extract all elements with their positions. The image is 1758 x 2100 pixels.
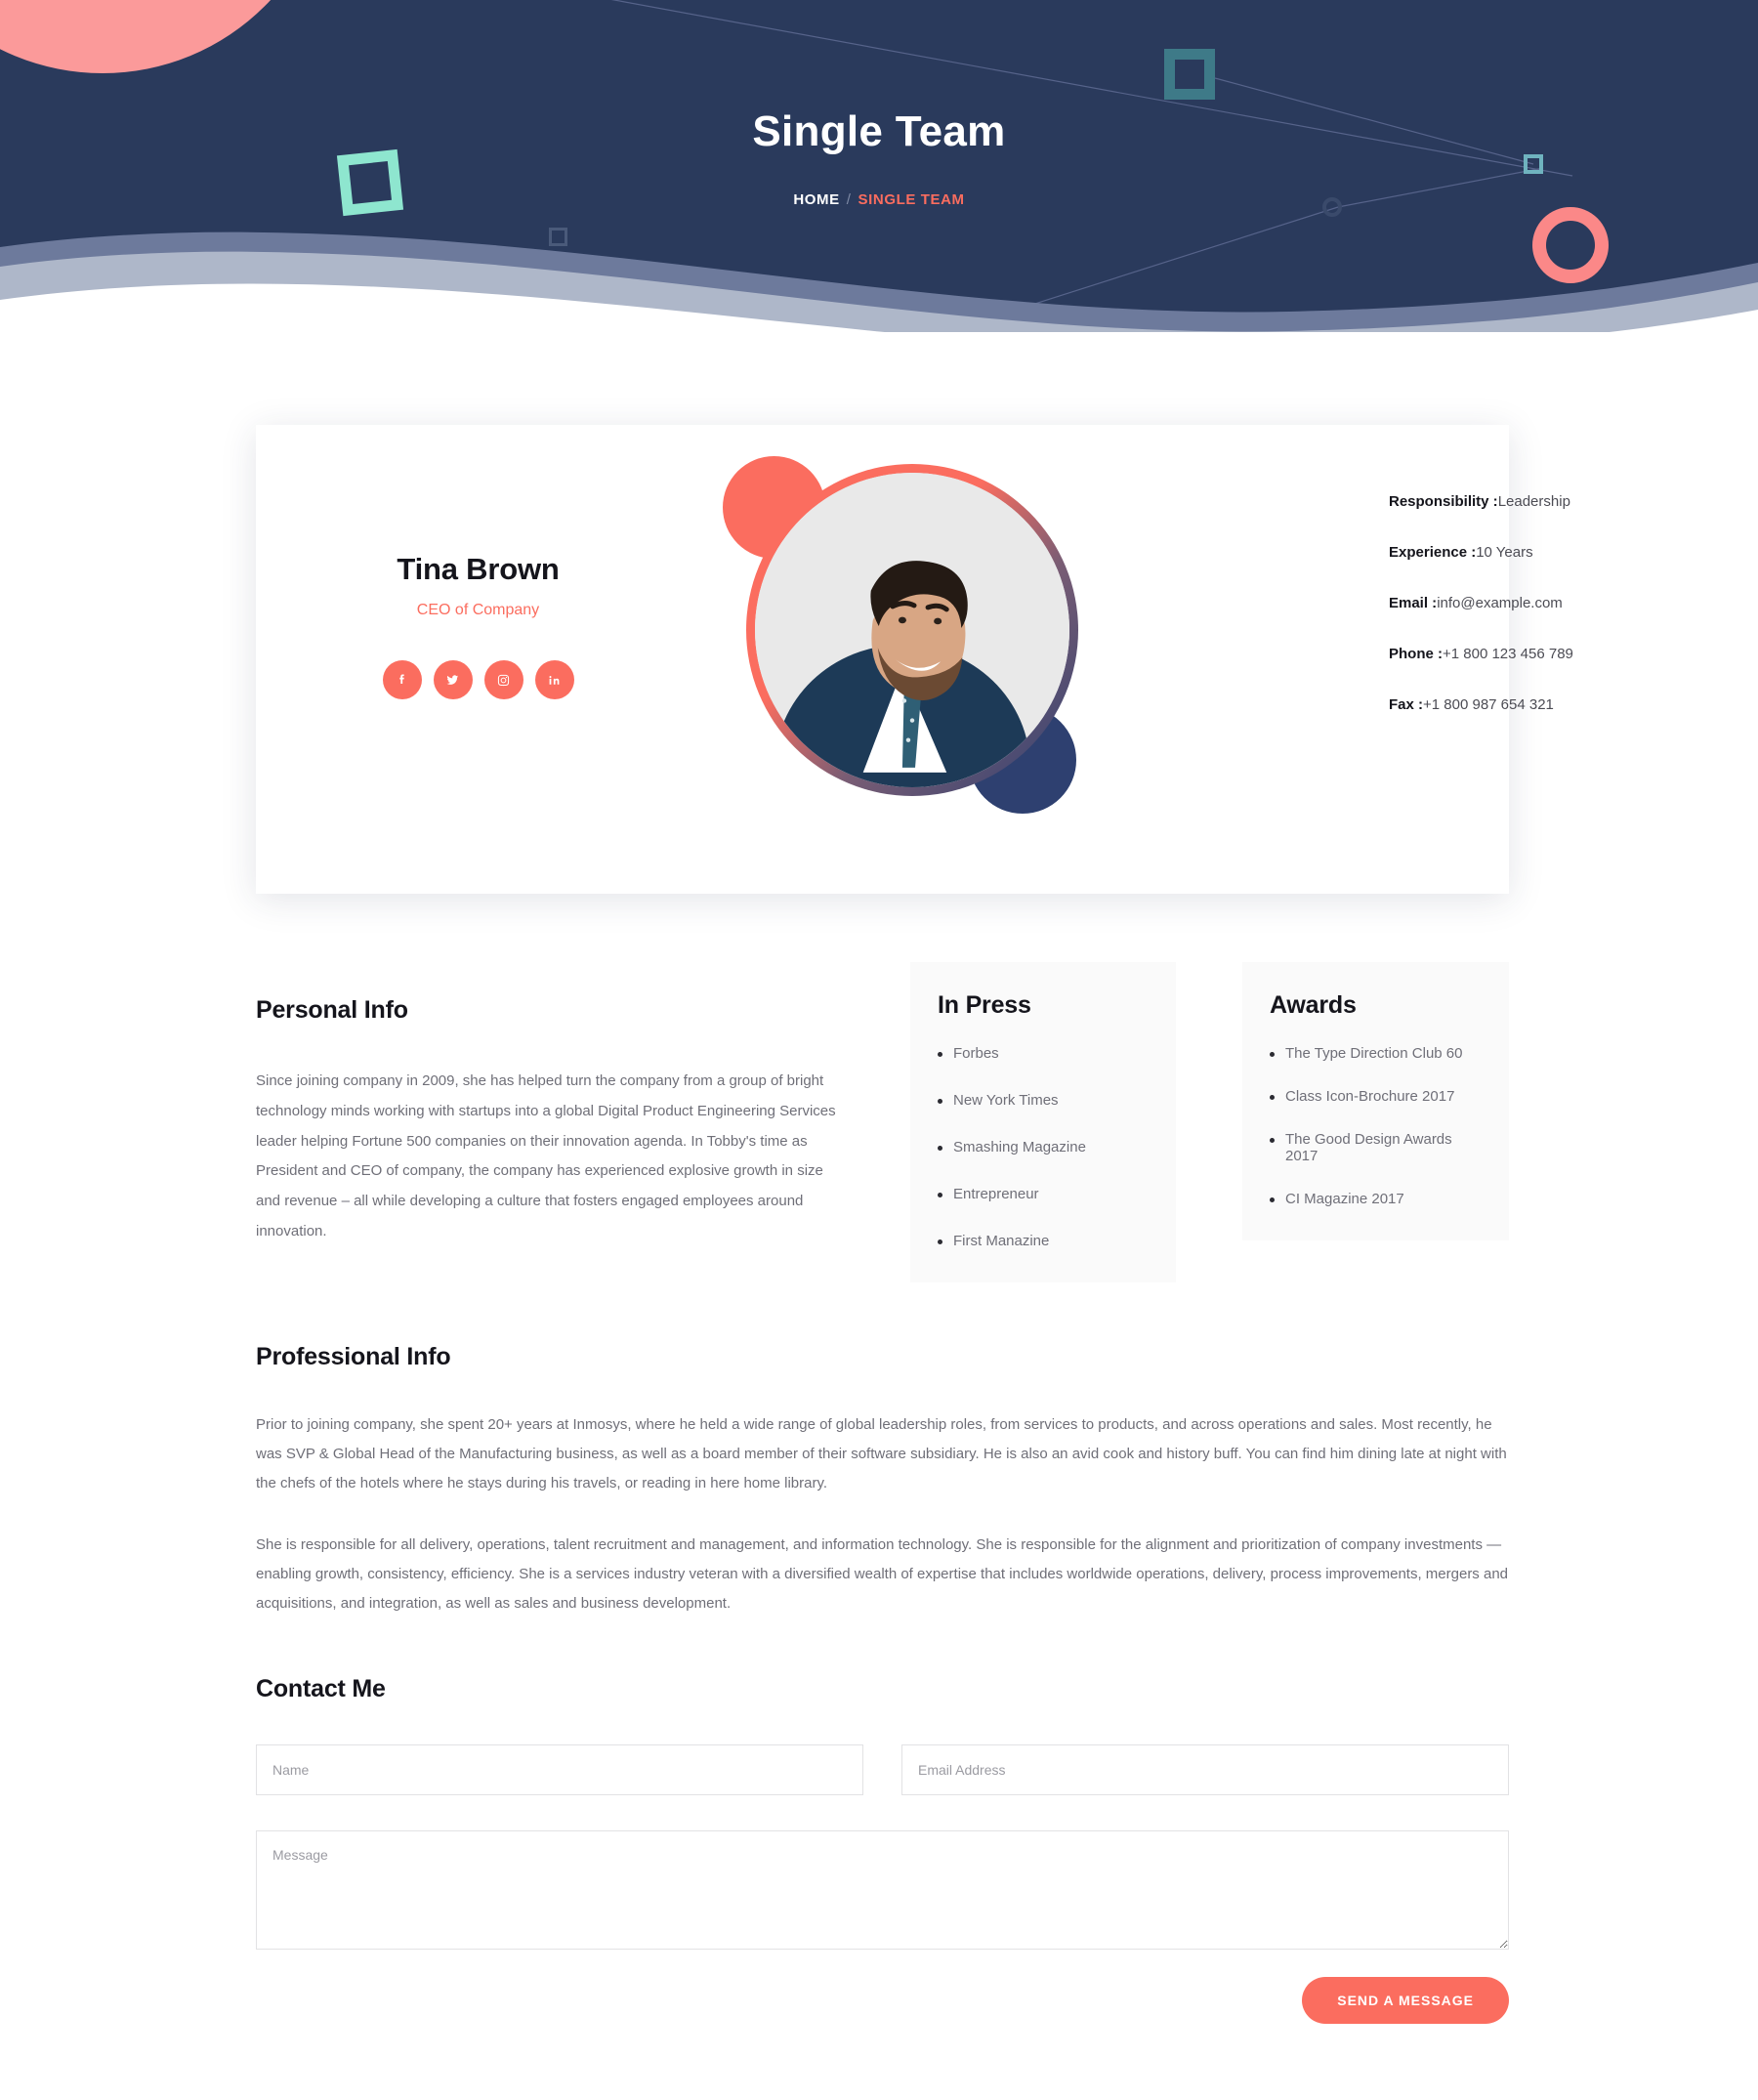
teal-square-decoration [1164, 49, 1215, 100]
twitter-link[interactable] [433, 660, 473, 699]
email-input[interactable] [901, 1744, 1509, 1795]
profile-details: Responsibility :Leadership Experience :1… [1389, 493, 1711, 747]
detail-value: Leadership [1497, 493, 1570, 510]
detail-email: Email :info@example.com [1389, 595, 1711, 611]
detail-value: +1 800 123 456 789 [1443, 646, 1573, 662]
message-textarea[interactable] [256, 1830, 1509, 1950]
facebook-icon [399, 673, 404, 684]
page-title: Single Team [752, 107, 1006, 155]
linkedin-icon [549, 675, 560, 685]
personal-info-title: Personal Info [256, 996, 408, 1024]
avatar [755, 473, 1069, 787]
detail-responsibility: Responsibility :Leadership [1389, 493, 1711, 510]
in-press-title: In Press [938, 991, 1031, 1019]
professional-info-paragraph-1: Prior to joining company, she spent 20+ … [256, 1416, 1507, 1491]
awards-panel: Awards The Type Direction Club 60 Class … [1242, 962, 1509, 1240]
in-press-panel: In Press Forbes New York Times Smashing … [910, 962, 1176, 1282]
portrait-gradient-ring [746, 464, 1078, 796]
detail-label: Responsibility : [1389, 493, 1498, 510]
professional-info-paragraph-2: She is responsible for all delivery, ope… [256, 1536, 1509, 1612]
detail-value: 10 Years [1476, 544, 1533, 561]
small-teal-square-decoration [1524, 154, 1543, 174]
hero-banner: Single Team HOME / SINGLE TEAM [0, 0, 1758, 332]
contact-title: Contact Me [256, 1675, 386, 1702]
list-item: New York Times [938, 1092, 1149, 1109]
submit-row: SEND A MESSAGE [256, 1977, 1509, 2024]
detail-label: Experience : [1389, 544, 1477, 561]
detail-label: Fax : [1389, 696, 1424, 713]
awards-title: Awards [1270, 991, 1357, 1019]
detail-value: +1 800 987 654 321 [1423, 696, 1554, 713]
contact-form-row [256, 1744, 1509, 1795]
contact-section: Contact Me SEND A MESSAGE [256, 1675, 1509, 2024]
social-links [256, 660, 700, 699]
wave-divider [0, 231, 1758, 332]
profile-card: Tina Brown CEO of Company Responsibility… [256, 425, 1573, 894]
list-item: CI Magazine 2017 [1270, 1191, 1482, 1207]
detail-label: Phone : [1389, 646, 1443, 662]
name-input[interactable] [256, 1744, 863, 1795]
instagram-link[interactable] [483, 660, 523, 699]
instagram-icon [497, 674, 510, 686]
list-item: The Type Direction Club 60 [1270, 1045, 1482, 1062]
list-item: Class Icon-Brochure 2017 [1270, 1088, 1482, 1105]
profile-identity: Tina Brown CEO of Company [256, 552, 700, 699]
profile-portrait [695, 444, 1086, 835]
list-item: Smashing Magazine [938, 1139, 1149, 1155]
personal-info-section: Personal Info Since joining company in 2… [256, 996, 852, 1247]
in-press-list: Forbes New York Times Smashing Magazine … [938, 1045, 1149, 1249]
detail-fax: Fax :+1 800 987 654 321 [1389, 696, 1711, 713]
list-item: First Manazine [938, 1233, 1149, 1249]
detail-label: Email : [1389, 595, 1438, 611]
facebook-link[interactable] [382, 660, 422, 699]
professional-info-title: Professional Info [256, 1343, 451, 1370]
send-message-button[interactable]: SEND A MESSAGE [1302, 1977, 1509, 2024]
profile-role: CEO of Company [416, 602, 540, 618]
detail-phone: Phone :+1 800 123 456 789 [1389, 646, 1711, 662]
twitter-icon [446, 674, 459, 685]
list-item: The Good Design Awards 2017 [1270, 1131, 1482, 1164]
list-item: Forbes [938, 1045, 1149, 1062]
personal-info-body: Since joining company in 2009, she has h… [256, 1072, 836, 1239]
professional-info-section: Professional Info Prior to joining compa… [256, 1343, 1509, 1618]
awards-list: The Type Direction Club 60 Class Icon-Br… [1270, 1045, 1482, 1207]
linkedin-link[interactable] [534, 660, 574, 699]
list-item: Entrepreneur [938, 1186, 1149, 1202]
detail-value: info@example.com [1437, 595, 1563, 611]
detail-experience: Experience :10 Years [1389, 544, 1711, 561]
page-root: Single Team HOME / SINGLE TEAM Tina Brown … [0, 0, 1758, 2100]
profile-name: Tina Brown [397, 552, 560, 586]
